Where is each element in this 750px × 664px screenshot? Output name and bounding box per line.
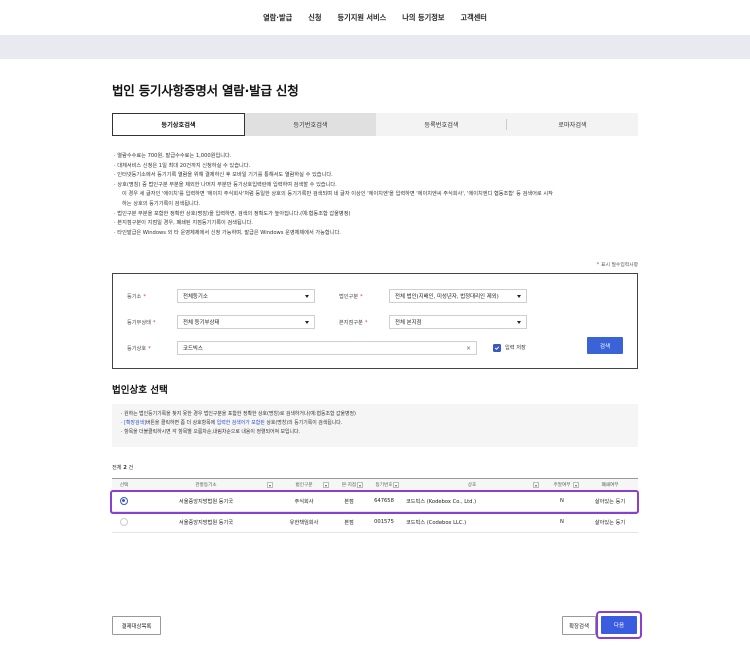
company-name-input[interactable]: 코드빅스 ×: [177, 341, 477, 355]
filter-icon[interactable]: [323, 482, 329, 488]
search-button[interactable]: 검색: [587, 337, 623, 354]
total-count: 전체 2 건: [112, 465, 134, 471]
header-type[interactable]: 법인구분: [276, 479, 332, 490]
search-form: 등기소 * 전체등기소 법인구분 * 전체 법인(지배인, 미성년자, 법정대리인 …: [112, 273, 638, 369]
header-number[interactable]: 등기번호: [366, 479, 402, 490]
table-header: 선택 관할등기소 법인구분 본·지점 등기번호 상호 주말여부 폐쇄여부: [112, 478, 638, 491]
filter-icon[interactable]: [533, 482, 539, 488]
filter-icon[interactable]: [357, 482, 363, 488]
top-banner: [0, 35, 750, 59]
cell-status: 살아있는 등기: [594, 498, 626, 505]
cell-type: 유한책임회사: [289, 519, 319, 526]
notice-line: 하는 상호의 등기기록이 검색됩니다.: [122, 200, 201, 207]
cell-number: 647658: [374, 498, 394, 504]
cell-name: 코드빅스 (Codebox LLC.): [406, 519, 467, 526]
cell-weekend: N: [560, 519, 564, 525]
nav-apply[interactable]: 신청: [300, 13, 329, 23]
cell-type: 주식회사: [294, 498, 314, 505]
nav-view-issue[interactable]: 열람·발급: [255, 13, 300, 23]
table-row[interactable]: 서울중앙지방법원 등기국 주식회사 본점 647658 코드빅스 (Kodebo…: [112, 491, 638, 512]
notice-line: · 타인발급은 Windows 외 타 운영체제에서 신청 가능하며, 발급은 …: [114, 229, 341, 236]
cell-status: 살아있는 등기: [594, 519, 626, 526]
filter-icon[interactable]: [573, 482, 579, 488]
filter-icon[interactable]: [267, 482, 273, 488]
name-label: 등기상호 *: [127, 346, 151, 352]
section-title: 법인상호 선택: [112, 385, 168, 396]
tab-registration-search[interactable]: 등록번호검색: [376, 113, 507, 136]
header-branch[interactable]: 본·지점: [332, 479, 366, 490]
required-note: * 표시 필수입력사항: [596, 263, 638, 268]
header-select: 선택: [119, 482, 129, 488]
filter-icon[interactable]: [393, 482, 399, 488]
notice-line: · 열람수수료는 700원, 발급수수료는 1,000원입니다.: [114, 153, 232, 159]
cell-office: 서울중앙지방법원 등기국: [178, 498, 234, 505]
notice-line: · 대체서비스 신청은 1일 최대 20건까지 신청하실 수 있습니다.: [114, 162, 251, 169]
table-row[interactable]: 서울중앙지방법원 등기국 유한책임회사 본점 001575 코드빅스 (Code…: [112, 512, 638, 533]
chevron-down-icon: [517, 321, 521, 324]
cell-branch: 본점: [344, 519, 354, 526]
notice-line: · 법인구분 부분을 포함한 정확한 상호(명칭)을 입력하면, 검색의 정확도…: [114, 210, 351, 217]
nav-customer-center[interactable]: 고객센터: [452, 13, 494, 23]
notice-line: · 인터넷등기소에서 등기기록 열람을 위해 결제하신 후 모바일 기기를 통해…: [114, 172, 333, 179]
cell-number: 001575: [374, 519, 394, 525]
header-status[interactable]: 폐쇄여부: [582, 479, 638, 490]
notice-list: · 열람수수료는 700원, 발급수수료는 1,000원입니다. · 대체서비스…: [114, 152, 640, 238]
info-line: · 항목을 더블클릭하시면 각 항목별 오름차순,내림차순으로 내용이 정렬되어…: [121, 429, 301, 435]
header-weekend[interactable]: 주말여부: [542, 479, 582, 490]
clear-icon[interactable]: ×: [466, 345, 471, 352]
save-input-checkbox[interactable]: [493, 344, 501, 352]
chevron-down-icon: [305, 321, 309, 324]
row-radio[interactable]: [120, 518, 128, 526]
info-line: · 원하는 법인등기기록을 찾지 못한 경우 법인구분을 포함한 정확한 상호(…: [121, 411, 356, 417]
corp-type-label: 법인구분 *: [339, 294, 363, 300]
notice-line: · 상호(명칭) 중 법인구분 부분을 제외한 나머지 부분만 등기상호입력란에…: [114, 181, 337, 188]
save-input-label: 입력 저장: [505, 345, 526, 351]
status-select[interactable]: 전체 등기부상태: [177, 315, 315, 329]
top-navigation: 열람·발급 신청 등기지원 서비스 나의 등기정보 고객센터: [0, 0, 750, 35]
check-icon: [494, 346, 500, 351]
notice-line: 이 경우 세 글자인 '에이치'를 입력하면 '에이치 주식회사'처럼 등일한 …: [122, 191, 553, 198]
info-line: · [확장검색]버튼을 클릭하면 좀 더 상호항목에 입력한 검색어가 포함된 …: [121, 420, 343, 426]
chevron-down-icon: [517, 295, 521, 298]
corp-type-select[interactable]: 전체 법인(지배인, 미성년자, 법정대리인 제외): [389, 289, 527, 303]
cell-office: 서울중앙지방법원 등기국: [178, 519, 234, 526]
branch-select[interactable]: 전체 본지점: [389, 315, 527, 329]
extended-search-button[interactable]: 확장검색: [562, 616, 596, 635]
tab-number-search[interactable]: 등기번호검색: [245, 113, 376, 136]
nav-support-service[interactable]: 등기지원 서비스: [329, 13, 394, 23]
registry-label: 등기소 *: [127, 294, 146, 300]
nav-my-registry[interactable]: 나의 등기정보: [394, 13, 452, 23]
header-name[interactable]: 상호: [402, 479, 542, 490]
registry-select[interactable]: 전체등기소: [177, 289, 315, 303]
result-table: 선택 관할등기소 법인구분 본·지점 등기번호 상호 주말여부 폐쇄여부 서울중…: [112, 478, 638, 533]
payment-list-button[interactable]: 결제대상목록: [112, 616, 161, 635]
search-tabs: 등기상호검색 등기번호검색 등록번호검색 로마자검색: [112, 113, 638, 136]
page-title: 법인 등기사항증명서 열람·발급 신청: [112, 83, 299, 98]
tab-name-search[interactable]: 등기상호검색: [112, 113, 245, 136]
status-label: 등기부상태 *: [127, 320, 156, 326]
notice-line: · 본지점구분이 지점일 경우, 폐쇄된 지점등기기록이 검색됩니다.: [114, 220, 253, 227]
cell-name: 코드빅스 (Kodebox Co., Ltd.): [406, 498, 477, 505]
branch-label: 본지점구분 *: [339, 320, 368, 326]
cell-weekend: N: [560, 498, 564, 504]
tab-roman-search[interactable]: 로마자검색: [507, 113, 638, 136]
row-radio[interactable]: [120, 497, 128, 505]
header-office[interactable]: 관할등기소: [136, 479, 276, 490]
chevron-down-icon: [305, 295, 309, 298]
info-box: · 원하는 법인등기기록을 찾지 못한 경우 법인구분을 포함한 정확한 상호(…: [112, 404, 638, 447]
next-button[interactable]: 다음: [601, 616, 637, 634]
cell-branch: 본점: [344, 498, 354, 505]
